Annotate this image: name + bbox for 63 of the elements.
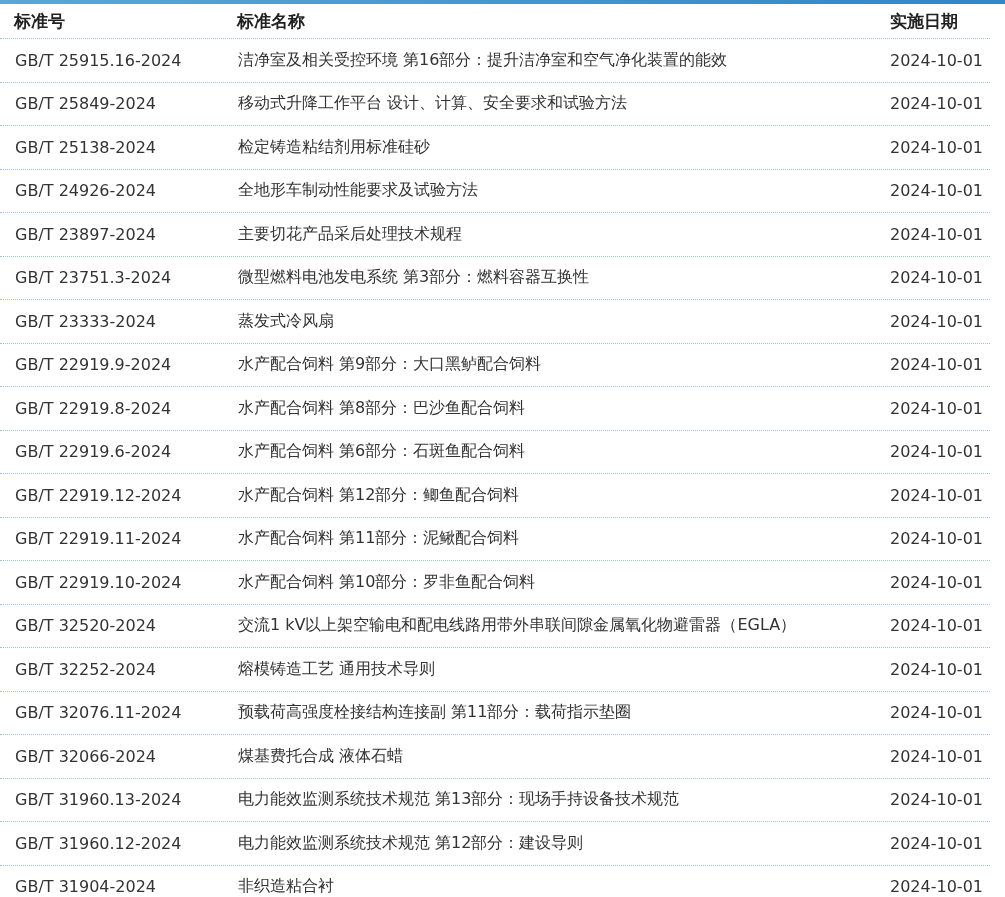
table-cell-text: GB/T 32076.11-2024	[15, 703, 183, 723]
table-cell-text: 2024-10-01	[890, 268, 984, 288]
table-cell-text: GB/T 24926-2024	[15, 181, 157, 201]
table-cell-text: GB/T 25138-2024	[15, 137, 157, 157]
table-cell-text: 2024-10-01	[890, 398, 984, 418]
table-cell-text: 2024-10-01	[890, 485, 984, 505]
table-cell-text: 水产配合饲料 第8部分：巴沙鱼配合饲料	[238, 397, 527, 419]
table-cell-text: GB/T 22919.11-2024	[15, 529, 183, 549]
table-cell-text: GB/T 22919.12-2024	[15, 485, 183, 505]
table-cell-text: 2024-10-01	[890, 529, 984, 549]
table-cell-text: 2024-10-01	[890, 181, 984, 201]
table-cell-text: 2024-10-01	[890, 616, 984, 636]
table-cell-text: 全地形车制动性能要求及试验方法	[238, 180, 479, 202]
table-cell-text: 电力能效监测系统技术规范 第13部分：现场手持设备技术规范	[238, 789, 681, 811]
table-cell-text: 2024-10-01	[890, 790, 984, 810]
table-cell-text: GB/T 23751.3-2024	[15, 268, 173, 288]
table-cell-text: GB/T 22919.9-2024	[15, 355, 173, 375]
table-cell-text: GB/T 22919.6-2024	[15, 442, 173, 462]
table-cell-text: 2024-10-01	[890, 50, 984, 70]
table-cell-text: 移动式升降工作平台 设计、计算、安全要求和试验方法	[238, 93, 629, 115]
table-cell-text: 2024-10-01	[890, 442, 984, 462]
column-header: 实施日期	[890, 9, 959, 33]
table-cell-text: GB/T 22919.10-2024	[15, 572, 183, 592]
table-cell-text: GB/T 32252-2024	[15, 659, 157, 679]
table-cell-text: 微型燃料电池发电系统 第3部分：燃料容器互换性	[238, 267, 591, 289]
table-cell-text: 电力能效监测系统技术规范 第12部分：建设导则	[238, 832, 585, 854]
table-cell-text: GB/T 32520-2024	[15, 616, 157, 636]
table-cell-text: 2024-10-01	[890, 137, 984, 157]
table-cell-text: GB/T 22919.8-2024	[15, 398, 173, 418]
table-cell-text: 2024-10-01	[890, 224, 984, 244]
table-cell-text: 水产配合饲料 第9部分：大口黑鲈配合饲料	[238, 354, 543, 376]
table-cell-text: 水产配合饲料 第10部分：罗非鱼配合饲料	[238, 571, 537, 593]
table-cell-text: GB/T 25849-2024	[15, 94, 157, 114]
table-cell-text: 蒸发式冷风扇	[238, 310, 335, 332]
table-cell-text: 煤基费托合成 液体石蜡	[238, 745, 405, 767]
table-cell-text: 检定铸造粘结剂用标准硅砂	[238, 136, 431, 158]
table-cell-text: GB/T 23897-2024	[15, 224, 157, 244]
table-cell-text: 2024-10-01	[890, 311, 984, 331]
table-cell-text: 熔模铸造工艺 通用技术导则	[238, 658, 437, 680]
table-cell-text: 2024-10-01	[890, 746, 984, 766]
table-cell-text: 预载荷高强度栓接结构连接副 第11部分：载荷指示垫圈	[238, 702, 633, 724]
table-cell-text: 水产配合饲料 第11部分：泥鳅配合饲料	[238, 528, 521, 550]
column-header: 标准号	[14, 9, 66, 33]
table-cell-text: 2024-10-01	[890, 703, 984, 723]
table-cell-text: GB/T 31960.12-2024	[15, 833, 183, 853]
table-cell-text: GB/T 25915.16-2024	[15, 50, 183, 70]
table-cell-text: GB/T 31960.13-2024	[15, 790, 183, 810]
table-cell-text: 2024-10-01	[890, 833, 984, 853]
table-cell-text: 主要切花产品采后处理技术规程	[238, 223, 463, 245]
table-cell-text: GB/T 23333-2024	[15, 311, 157, 331]
table-cell-text: 非织造粘合衬	[238, 876, 335, 897]
table-cell-text: GB/T 31904-2024	[15, 877, 157, 897]
table-cell-text: 交流1 kV以上架空输电和配电线路用带外串联间隙金属氧化物避雷器（EGLA）	[238, 615, 798, 637]
table-cell-text: 水产配合饲料 第6部分：石斑鱼配合饲料	[238, 441, 527, 463]
table-cell-text: 2024-10-01	[890, 355, 984, 375]
table-cell-text: 2024-10-01	[890, 877, 984, 897]
table-cell-text: 2024-10-01	[890, 572, 984, 592]
column-header: 标准名称	[237, 9, 306, 33]
table-cell-text: 2024-10-01	[890, 659, 984, 679]
table-cell-text: 洁净室及相关受控环境 第16部分：提升洁净室和空气净化装置的能效	[238, 49, 729, 71]
table-cell-text: GB/T 32066-2024	[15, 746, 157, 766]
table-cell-text: 水产配合饲料 第12部分：鲫鱼配合饲料	[238, 484, 521, 506]
table-cell-text: 2024-10-01	[890, 94, 984, 114]
